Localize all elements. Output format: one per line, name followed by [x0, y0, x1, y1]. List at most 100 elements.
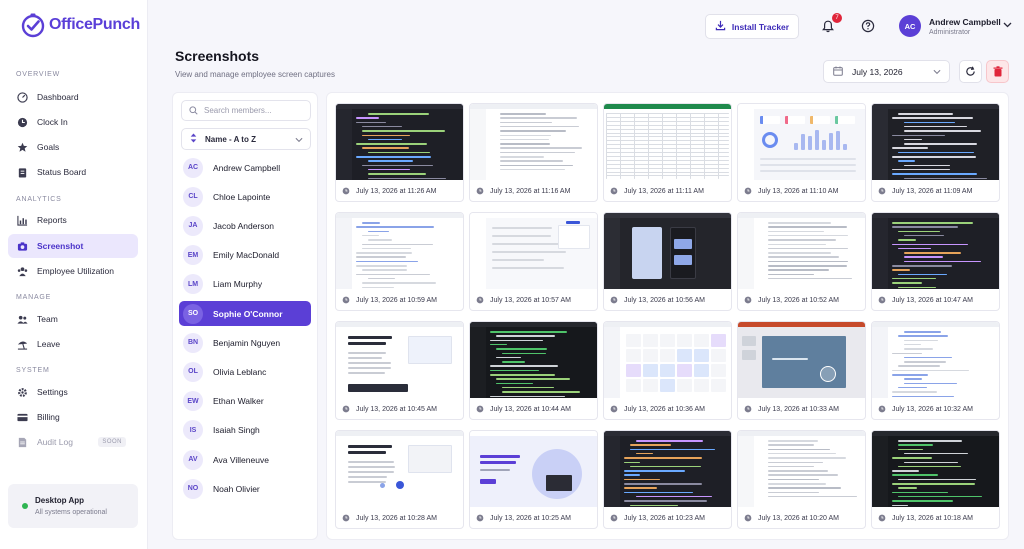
sidebar-item-leave[interactable]: Leave — [8, 332, 138, 356]
sidebar-item-status-board[interactable]: Status Board — [8, 160, 138, 184]
thumbnail-titlebar — [336, 104, 463, 109]
sidebar-item-settings[interactable]: Settings — [8, 380, 138, 404]
screenshot-card[interactable]: July 13, 2026 at 10:57 AM — [469, 212, 598, 311]
search-input[interactable] — [204, 106, 304, 115]
text-line — [348, 471, 395, 473]
thumbnail-sidebar — [872, 327, 888, 398]
text-line — [368, 173, 427, 175]
member-row[interactable]: JA Jacob Anderson — [179, 213, 311, 238]
screenshot-thumbnail — [738, 213, 865, 289]
thumbnail-titlebar — [470, 104, 597, 109]
text-line — [362, 282, 436, 284]
sidebar-item-reports[interactable]: Reports — [8, 208, 138, 232]
text-line — [490, 374, 555, 376]
screenshot-card[interactable]: July 13, 2026 at 10:47 AM — [871, 212, 1000, 311]
member-row[interactable]: LM Liam Murphy — [179, 272, 311, 297]
sidebar-item-goals[interactable]: Goals — [8, 135, 138, 159]
screenshot-card[interactable]: July 13, 2026 at 10:20 AM — [737, 430, 866, 529]
stat-card — [810, 116, 830, 124]
member-name: Olivia Leblanc — [213, 366, 267, 377]
sort-select[interactable]: Name - A to Z — [181, 128, 311, 150]
sidebar-item-clock-in[interactable]: Clock In — [8, 110, 138, 134]
member-row[interactable]: AV Ava Villeneuve — [179, 447, 311, 472]
member-row[interactable]: OL Olivia Leblanc — [179, 359, 311, 384]
clock-icon — [17, 117, 28, 128]
thumbnail-sidebar — [872, 218, 888, 289]
calendar-cell — [626, 334, 641, 347]
member-row[interactable]: EW Ethan Walker — [179, 389, 311, 414]
hero-line — [480, 461, 516, 464]
user-name[interactable]: Andrew Campbell — [929, 17, 1001, 27]
screenshot-card[interactable]: July 13, 2026 at 11:26 AM — [335, 103, 464, 202]
screenshot-card[interactable]: July 13, 2026 at 10:32 AM — [871, 321, 1000, 420]
text-line — [898, 113, 953, 115]
member-search[interactable] — [181, 100, 311, 121]
screenshot-caption: July 13, 2026 at 10:18 AM — [878, 514, 973, 522]
member-row[interactable]: BN Benjamin Nguyen — [179, 330, 311, 355]
member-row[interactable]: EM Emily MacDonald — [179, 243, 311, 268]
screenshot-card[interactable]: July 13, 2026 at 10:25 AM — [469, 430, 598, 529]
screenshot-card[interactable]: July 13, 2026 at 11:10 AM — [737, 103, 866, 202]
screenshot-time: July 13, 2026 at 11:09 AM — [892, 187, 973, 195]
text-line — [904, 343, 922, 346]
screenshot-card[interactable]: July 13, 2026 at 10:33 AM — [737, 321, 866, 420]
member-row[interactable]: NO Noah Olivier — [179, 476, 311, 501]
member-name: Andrew Campbell — [213, 162, 281, 173]
install-tracker-button[interactable]: Install Tracker — [705, 14, 799, 39]
sheet-row — [606, 144, 729, 145]
help-icon[interactable] — [861, 19, 875, 33]
text-line — [368, 230, 390, 233]
text-line — [898, 160, 916, 162]
text-line — [892, 391, 938, 393]
sidebar-item-audit-log[interactable]: Audit Log SOON — [8, 430, 138, 454]
member-row[interactable]: AC Andrew Campbell — [179, 155, 311, 180]
screenshot-caption: July 13, 2026 at 11:16 AM — [476, 187, 570, 195]
camera-icon — [17, 241, 28, 252]
brand-logo[interactable]: OfficePunch — [20, 12, 140, 38]
screenshot-card[interactable]: July 13, 2026 at 10:36 AM — [603, 321, 732, 420]
sheet-row — [606, 140, 729, 142]
sheet-col — [704, 113, 705, 179]
sidebar-item-screenshot[interactable]: Screenshot — [8, 234, 138, 258]
delete-button[interactable] — [986, 60, 1009, 83]
screenshot-card[interactable]: July 13, 2026 at 11:09 AM — [871, 103, 1000, 202]
screenshot-card[interactable]: July 13, 2026 at 11:11 AM — [603, 103, 732, 202]
screenshot-card[interactable]: July 13, 2026 at 10:23 AM — [603, 430, 732, 529]
screenshot-time: July 13, 2026 at 10:59 AM — [356, 296, 437, 304]
chevron-down-icon[interactable] — [1003, 22, 1012, 28]
text-line — [500, 156, 544, 158]
text-line — [496, 335, 556, 337]
text-line — [898, 273, 948, 276]
screenshot-card[interactable]: July 13, 2026 at 10:28 AM — [335, 430, 464, 529]
thumbnail-sidebar — [604, 218, 620, 289]
sidebar-item-employee-utilization[interactable]: Employee Utilization — [8, 259, 138, 283]
hero-shape — [532, 449, 582, 499]
screenshot-card[interactable]: July 13, 2026 at 11:16 AM — [469, 103, 598, 202]
text-line — [904, 138, 922, 141]
text-line — [356, 265, 407, 267]
member-row[interactable]: CL Chloe Lapointe — [179, 184, 311, 209]
sheet-col — [662, 113, 663, 179]
thumbnail-titlebar — [738, 213, 865, 218]
sidebar-item-team[interactable]: Team — [8, 307, 138, 331]
desktop-app-status[interactable]: Desktop App All systems operational — [8, 484, 138, 528]
screenshot-card[interactable]: July 13, 2026 at 10:45 AM — [335, 321, 464, 420]
headline — [348, 342, 386, 345]
screenshot-card[interactable]: July 13, 2026 at 10:18 AM — [871, 430, 1000, 529]
screenshot-card[interactable]: July 13, 2026 at 10:52 AM — [737, 212, 866, 311]
user-avatar[interactable]: AC — [899, 15, 921, 37]
screenshot-time: July 13, 2026 at 10:20 AM — [758, 514, 839, 522]
sidebar-item-dashboard[interactable]: Dashboard — [8, 85, 138, 109]
desktop-app-title: Desktop App — [35, 496, 85, 505]
screenshot-card[interactable]: July 13, 2026 at 10:44 AM — [469, 321, 598, 420]
member-row[interactable]: SO Sophie O'Connor — [179, 301, 311, 326]
date-picker[interactable]: July 13, 2026 — [823, 60, 950, 83]
sidebar-item-billing[interactable]: Billing — [8, 405, 138, 429]
text-line — [362, 134, 410, 136]
member-row[interactable]: IS Isaiah Singh — [179, 418, 311, 443]
screenshot-card[interactable]: July 13, 2026 at 10:56 AM — [603, 212, 732, 311]
refresh-button[interactable] — [959, 60, 982, 83]
screenshot-card[interactable]: July 13, 2026 at 10:59 AM — [335, 212, 464, 311]
text-line — [348, 357, 382, 359]
text-line — [356, 260, 419, 263]
